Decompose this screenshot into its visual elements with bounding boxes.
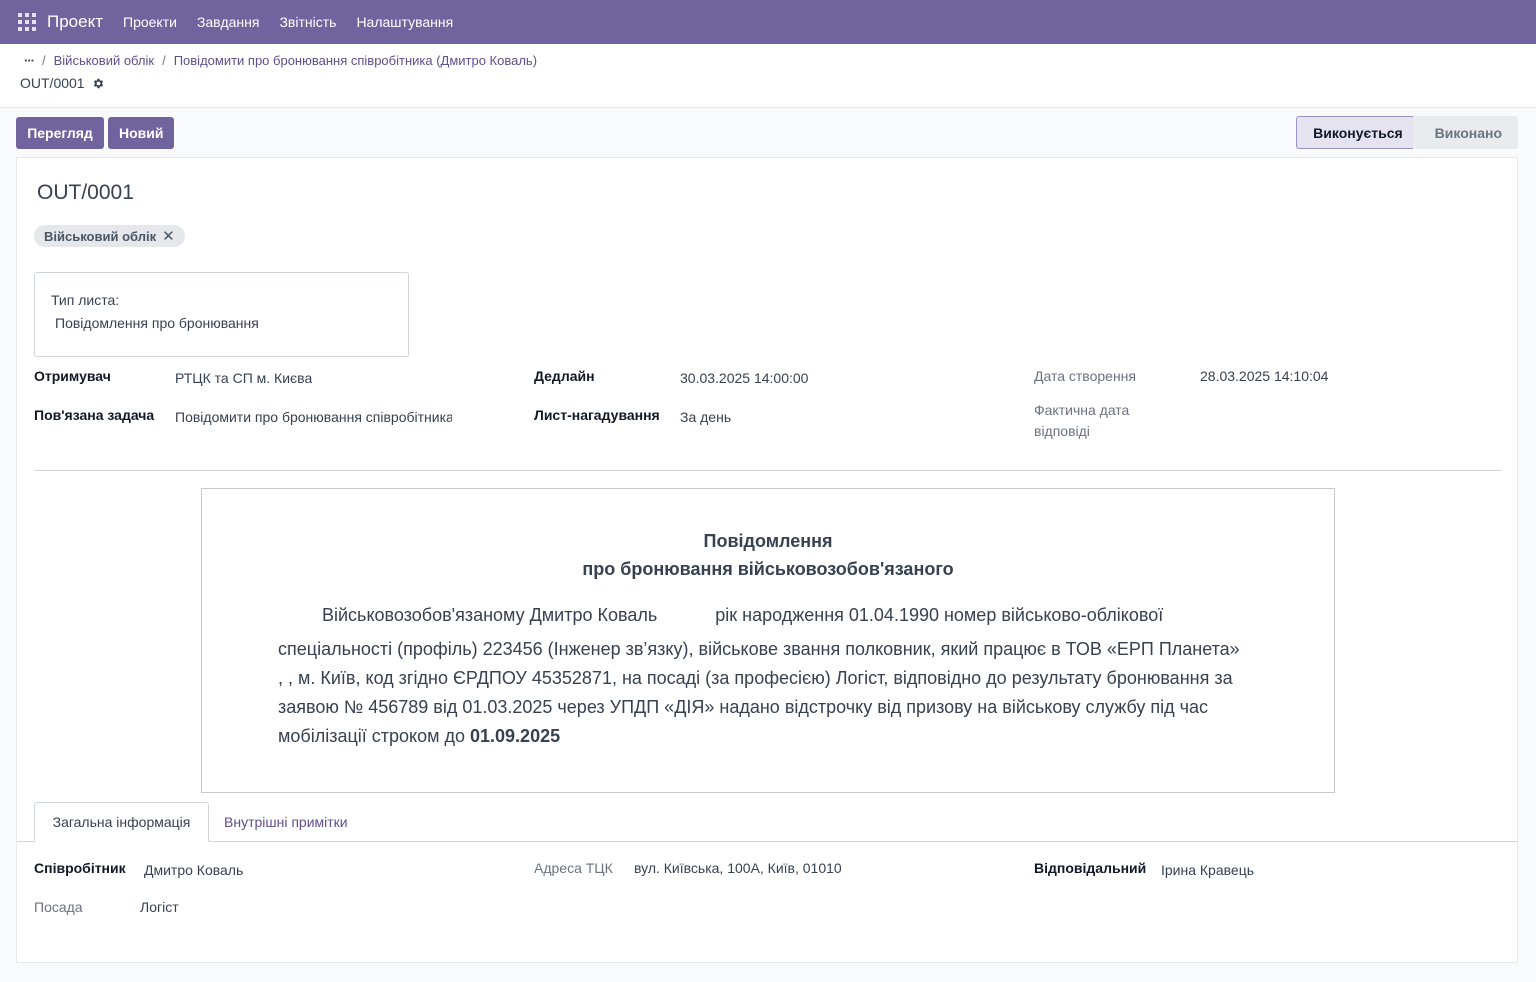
app-brand[interactable]: Проект <box>47 12 103 32</box>
responsible-field[interactable]: Ірина Кравець <box>1161 862 1254 878</box>
record-name: OUT/0001 <box>20 75 105 91</box>
letter-line-2: спеціальності (профіль) 223456 (Інженер … <box>278 639 1240 659</box>
recipient-label: Отримувач <box>34 368 111 384</box>
tag-label: Військовий облік <box>44 228 157 244</box>
form-sheet: OUT/0001 Військовий облік ✕ Тип листа: П… <box>16 157 1518 963</box>
deadline-field[interactable]: 30.03.2025 14:00:00 <box>680 370 808 386</box>
actual-reply-date-label-1: Фактична дата <box>1034 402 1130 418</box>
record-name-text: OUT/0001 <box>20 75 85 91</box>
record-title[interactable]: OUT/0001 <box>37 181 134 205</box>
letter-title-2: про бронювання військовозобов'язаного <box>582 559 954 579</box>
breadcrumb-separator: / <box>42 53 46 68</box>
view-button[interactable]: Перегляд <box>16 117 104 149</box>
employee-field[interactable]: Дмитро Коваль <box>144 862 243 878</box>
breadcrumb-separator: / <box>162 53 166 68</box>
tag-remove-icon[interactable]: ✕ <box>162 227 175 245</box>
related-task-label: Пов'язана задача <box>34 407 155 423</box>
letter-type-label: Тип листа: <box>51 292 120 308</box>
tag-military-accounting: Військовий облік ✕ <box>34 225 185 247</box>
nav-item-settings[interactable]: Налаштування <box>356 14 453 30</box>
letter-deferral-date: 01.09.2025 <box>470 726 561 746</box>
top-navbar: Проект Проекти Завдання Звітність Налашт… <box>0 0 1536 44</box>
letter-line-5-text: мобілізації строком до <box>278 726 471 746</box>
breadcrumb-task[interactable]: Повідомити про бронювання співробітника … <box>174 53 537 68</box>
tck-address-value: вул. Київська, 100А, Київ, 01010 <box>634 860 842 876</box>
tab-general-info[interactable]: Загальна інформація <box>34 802 209 842</box>
letter-preview: Повідомлення про бронювання військовозоб… <box>201 488 1335 793</box>
recipient-field[interactable]: РТЦК та СП м. Києва <box>175 370 312 386</box>
letter-line-3: , , м. Київ, код згідно ЄРДПОУ 45352871,… <box>278 668 1233 688</box>
reminder-field[interactable]: За день <box>680 409 731 425</box>
tck-address-label: Адреса ТЦК <box>534 860 613 876</box>
control-panel: ··· / Військовий облік / Повідомити про … <box>0 44 1536 108</box>
status-in-progress[interactable]: Виконується <box>1296 116 1413 149</box>
nav-item-tasks[interactable]: Завдання <box>197 14 260 30</box>
deadline-label: Дедлайн <box>534 368 595 384</box>
breadcrumb: ··· / Військовий облік / Повідомити про … <box>24 53 537 68</box>
letter-first-line-b: рік народження 01.04.1990 номер військов… <box>715 605 1164 625</box>
status-done[interactable]: Виконано <box>1412 116 1518 149</box>
letter-line-4: заявою № 456789 від 01.03.2025 через УПД… <box>278 697 1209 717</box>
letter-type-box[interactable]: Тип листа: Повідомлення про бронювання <box>34 272 409 357</box>
employee-label: Співробітник <box>34 860 126 876</box>
responsible-label: Відповідальний <box>1034 860 1147 876</box>
created-date-value: 28.03.2025 14:10:04 <box>1200 368 1329 384</box>
actual-reply-date-label-2: відповіді <box>1034 423 1090 439</box>
created-date-label: Дата створення <box>1034 368 1136 384</box>
letter-first-line: Військовозобов'язаному Дмитро Коваль рік … <box>322 605 1163 626</box>
notebook-tabs: Загальна інформація Внутрішні примітки <box>17 802 1517 842</box>
breadcrumb-military-accounting[interactable]: Військовий облік <box>54 53 154 68</box>
gear-icon[interactable] <box>92 77 105 90</box>
apps-menu-icon[interactable] <box>18 13 36 31</box>
section-divider <box>34 470 1502 471</box>
letter-title-1: Повідомлення <box>703 531 833 551</box>
letter-type-value[interactable]: Повідомлення про бронювання <box>55 315 259 331</box>
new-button[interactable]: Новий <box>108 117 174 149</box>
related-task-field[interactable]: Повідомити про бронювання співробітника … <box>175 409 452 425</box>
tab-internal-notes[interactable]: Внутрішні примітки <box>224 802 348 842</box>
position-label: Посада <box>34 899 83 915</box>
nav-item-projects[interactable]: Проекти <box>123 14 177 30</box>
reminder-label: Лист-нагадування <box>534 407 660 423</box>
position-value: Логіст <box>140 899 179 915</box>
breadcrumb-more-icon[interactable]: ··· <box>24 53 35 68</box>
status-bar: Виконується Виконано <box>1296 116 1518 149</box>
letter-line-5: мобілізації строком до 01.09.2025 <box>278 722 1308 751</box>
nav-item-reporting[interactable]: Звітність <box>279 14 336 30</box>
letter-body: спеціальності (профіль) 223456 (Інженер … <box>278 635 1308 751</box>
letter-first-line-a: Військовозобов'язаному Дмитро Коваль <box>322 605 658 625</box>
